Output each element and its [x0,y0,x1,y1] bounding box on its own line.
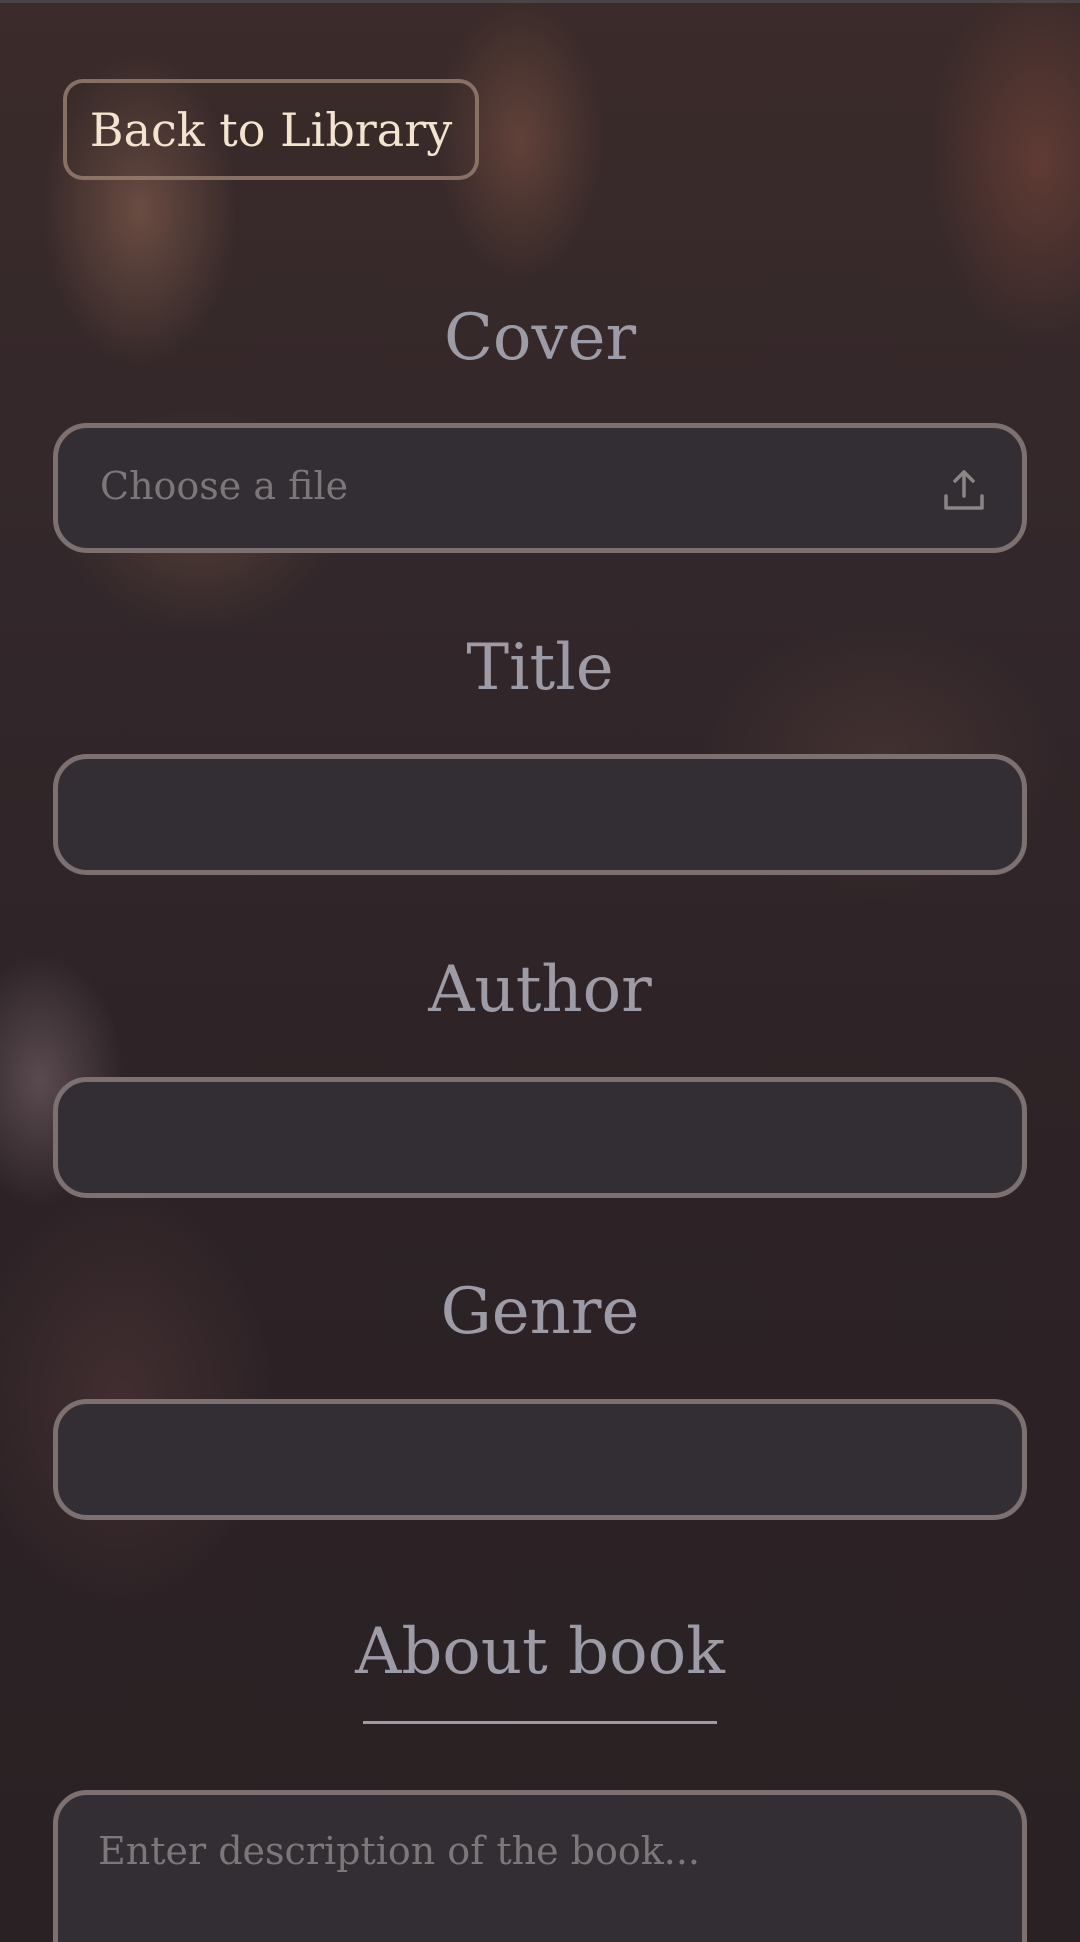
author-label: Author [428,953,652,1027]
author-input[interactable] [53,1077,1027,1198]
upload-icon[interactable] [940,466,988,514]
cover-file-input[interactable]: Choose a file [53,423,1027,553]
genre-input[interactable] [53,1399,1027,1520]
description-textarea[interactable]: Enter description of the book... [53,1790,1027,1942]
back-to-library-button[interactable]: Back to Library [63,79,479,180]
back-button-label: Back to Library [89,102,453,157]
title-input[interactable] [53,754,1027,875]
cover-placeholder: Choose a file [100,464,349,508]
about-book-underline [363,1721,717,1724]
about-book-label: About book [355,1615,725,1689]
top-divider [0,0,1080,3]
genre-label: Genre [440,1275,640,1349]
description-placeholder: Enter description of the book... [98,1829,700,1873]
title-label: Title [466,631,614,705]
cover-label: Cover [443,301,637,375]
